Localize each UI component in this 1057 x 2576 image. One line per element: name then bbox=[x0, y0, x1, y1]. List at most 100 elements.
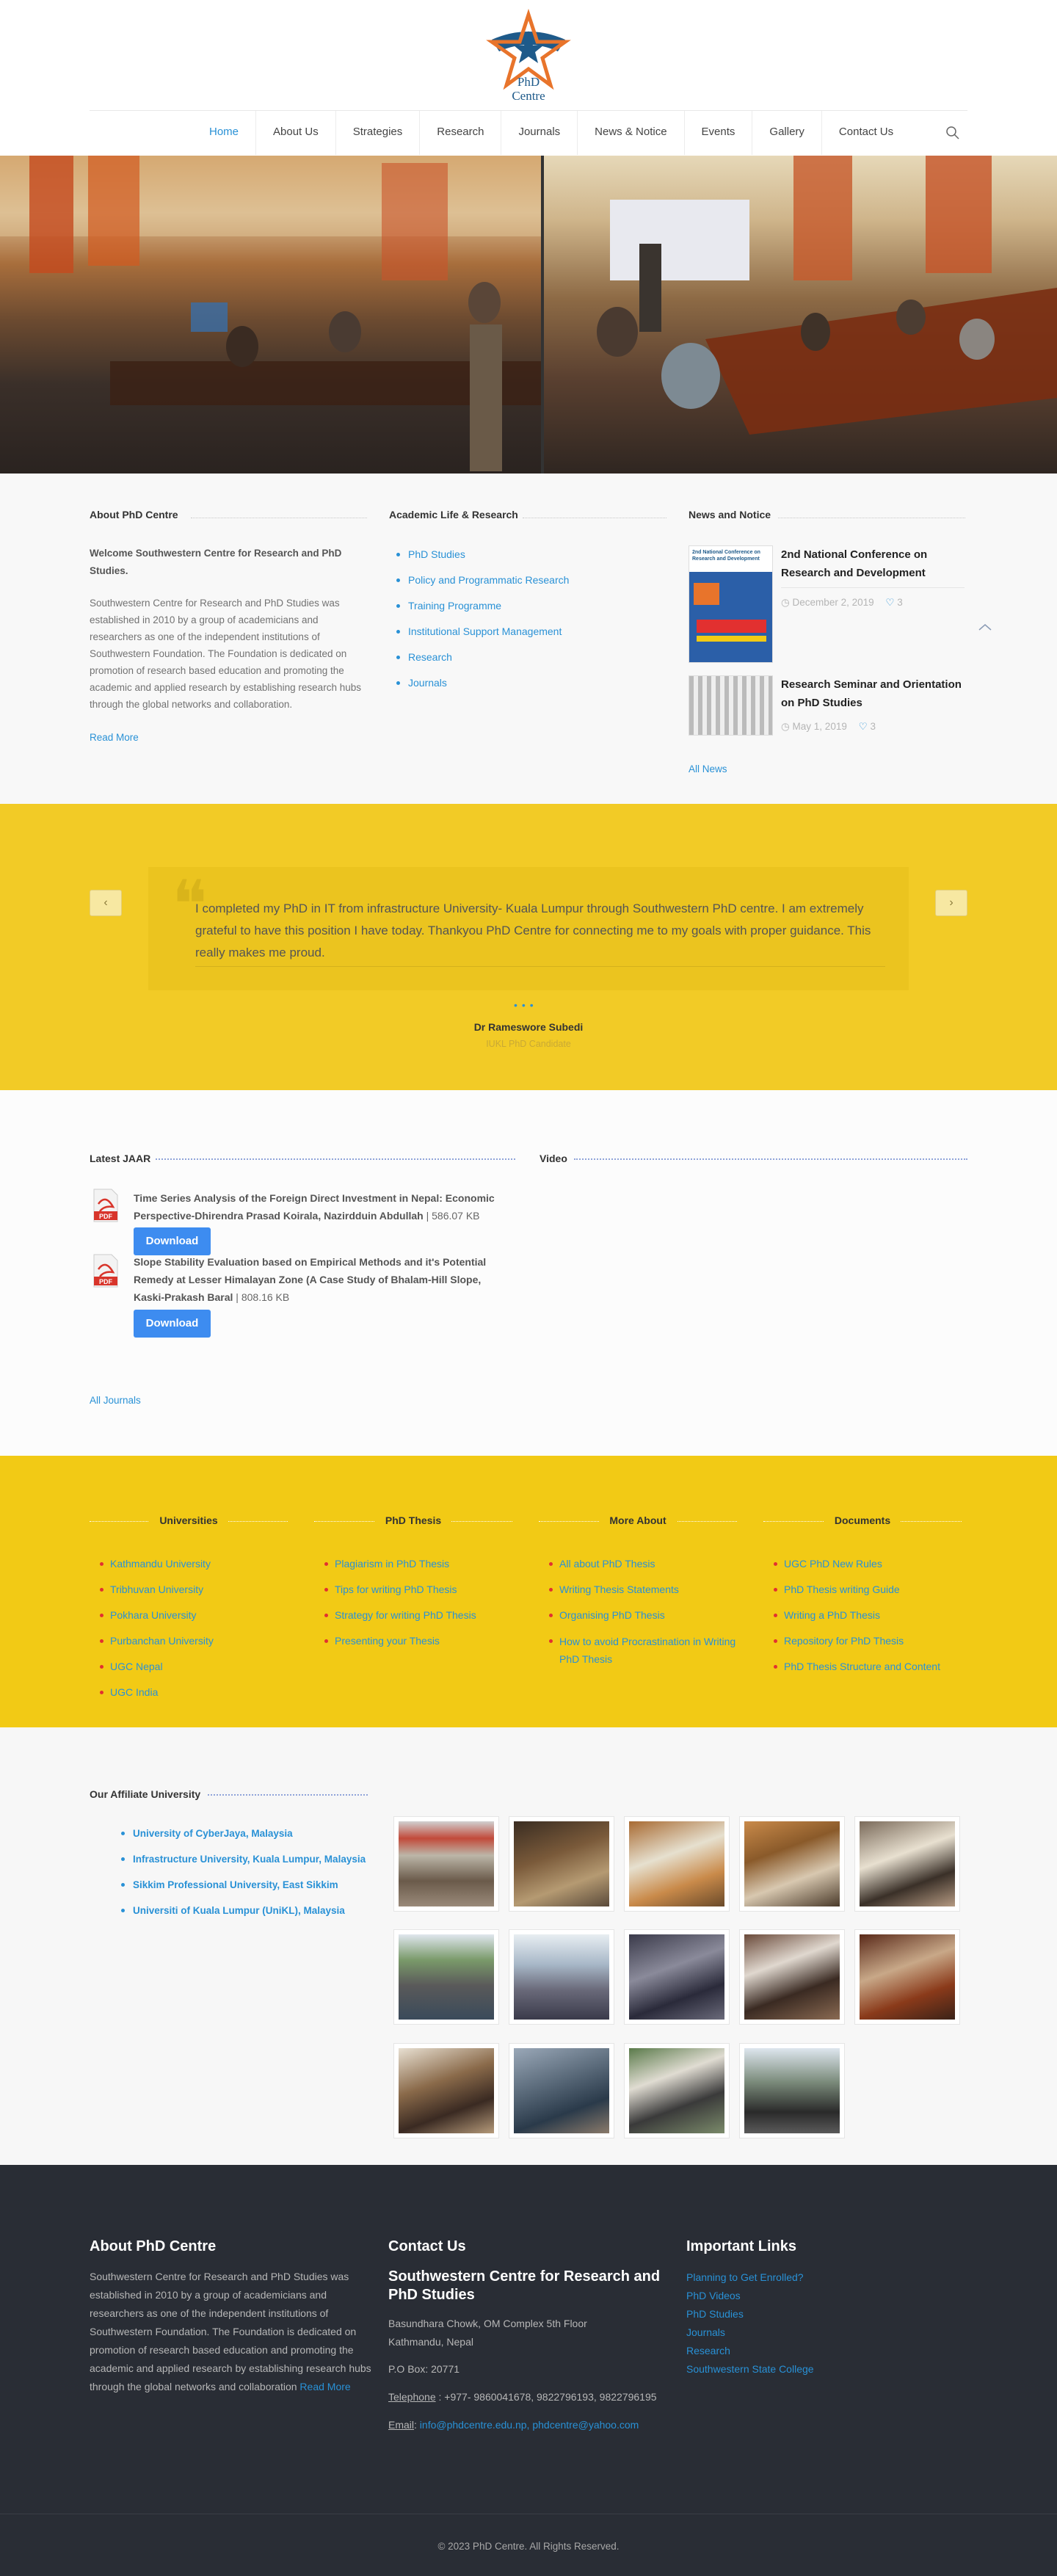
email-link[interactable]: info@phdcentre.edu.np, phdcentre@yahoo.c… bbox=[420, 2419, 639, 2431]
gallery-thumbnail[interactable] bbox=[393, 1929, 499, 2025]
email-label: Email bbox=[388, 2419, 415, 2431]
gallery-thumbnail[interactable] bbox=[393, 1816, 499, 1912]
nav-gallery[interactable]: Gallery bbox=[752, 111, 822, 155]
nav-journals[interactable]: Journals bbox=[501, 111, 578, 155]
footer-address-line-2: Kathmandu, Nepal bbox=[388, 2336, 473, 2348]
download-button[interactable]: Download bbox=[134, 1227, 211, 1255]
gallery-thumbnail[interactable] bbox=[739, 1929, 845, 2025]
gallery-thumbnail[interactable] bbox=[509, 1816, 614, 1912]
heart-icon[interactable]: ♡ bbox=[885, 597, 894, 608]
news-title[interactable]: 2nd National Conference on Research and … bbox=[781, 545, 965, 582]
footer-link-videos[interactable]: PhD Videos bbox=[686, 2287, 814, 2305]
academic-link-training[interactable]: Training Programme bbox=[393, 593, 569, 619]
pdf-icon[interactable]: PDF bbox=[91, 1253, 120, 1288]
news-item[interactable]: 2nd National Conference on Research and … bbox=[689, 545, 965, 663]
affiliate-link-sikkim[interactable]: Sikkim Professional University, East Sik… bbox=[121, 1872, 366, 1898]
nav-about-us[interactable]: About Us bbox=[256, 111, 336, 155]
link-strategy-writing[interactable]: Strategy for writing PhD Thesis bbox=[314, 1603, 512, 1628]
links-column-title: Documents bbox=[824, 1514, 901, 1526]
academic-link-policy[interactable]: Policy and Programmatic Research bbox=[393, 567, 569, 593]
pdf-icon[interactable]: PDF bbox=[91, 1188, 120, 1223]
link-tips-writing[interactable]: Tips for writing PhD Thesis bbox=[314, 1577, 512, 1603]
academic-link-institutional[interactable]: Institutional Support Management bbox=[393, 619, 569, 645]
jaar-doc-item: Slope Stability Evaluation based on Empi… bbox=[134, 1253, 501, 1306]
footer-link-phd-studies[interactable]: PhD Studies bbox=[686, 2305, 814, 2323]
link-purbanchan-university[interactable]: Purbanchan University bbox=[90, 1628, 288, 1654]
gallery-thumbnail[interactable] bbox=[624, 1929, 730, 2025]
testimonial-pagination-dots[interactable]: ••• bbox=[514, 999, 538, 1011]
news-date: May 1, 2019 bbox=[792, 721, 847, 732]
affiliate-list: University of CyberJaya, Malaysia Infras… bbox=[121, 1821, 366, 1923]
link-repository[interactable]: Repository for PhD Thesis bbox=[763, 1628, 962, 1654]
footer-link-journals[interactable]: Journals bbox=[686, 2323, 814, 2342]
about-heading: About PhD Centre bbox=[90, 509, 178, 520]
news-thumbnail[interactable]: 2nd National Conference on Research and … bbox=[689, 545, 773, 663]
doc-title[interactable]: Slope Stability Evaluation based on Empi… bbox=[134, 1256, 486, 1303]
link-structure-content[interactable]: PhD Thesis Structure and Content bbox=[763, 1654, 962, 1680]
link-ugc-rules[interactable]: UGC PhD New Rules bbox=[763, 1551, 962, 1577]
telephone-numbers[interactable]: : +977- 9860041678, 9822796193, 98227961… bbox=[436, 2391, 657, 2403]
nav-research[interactable]: Research bbox=[420, 111, 502, 155]
download-button[interactable]: Download bbox=[134, 1310, 211, 1338]
all-journals-link[interactable]: All Journals bbox=[90, 1395, 141, 1406]
academic-link-journals[interactable]: Journals bbox=[393, 670, 569, 696]
jaar-doc-item: Time Series Analysis of the Foreign Dire… bbox=[134, 1189, 501, 1224]
footer-contact-heading: Contact Us bbox=[388, 2238, 466, 2254]
academic-link-phd-studies[interactable]: PhD Studies bbox=[393, 542, 569, 567]
doc-size: | 586.07 KB bbox=[423, 1210, 480, 1222]
news-item[interactable]: Research Seminar and Orientation on PhD … bbox=[689, 675, 964, 741]
link-writing-guide[interactable]: PhD Thesis writing Guide bbox=[763, 1577, 962, 1603]
search-icon[interactable] bbox=[944, 124, 962, 142]
gallery-thumbnail[interactable] bbox=[509, 1929, 614, 2025]
link-tribhuvan-university[interactable]: Tribhuvan University bbox=[90, 1577, 288, 1603]
gallery-thumbnail[interactable] bbox=[739, 2043, 845, 2138]
news-title[interactable]: Research Seminar and Orientation on PhD … bbox=[781, 675, 965, 712]
footer-read-more-link[interactable]: Read More bbox=[299, 2381, 350, 2392]
gallery-thumbnail[interactable] bbox=[854, 1816, 960, 1912]
affiliate-link-infrastructure-university[interactable]: Infrastructure University, Kuala Lumpur,… bbox=[121, 1846, 366, 1872]
link-plagiarism[interactable]: Plagiarism in PhD Thesis bbox=[314, 1551, 512, 1577]
link-kathmandu-university[interactable]: Kathmandu University bbox=[90, 1551, 288, 1577]
footer-link-research[interactable]: Research bbox=[686, 2342, 814, 2360]
testimonial-prev-button[interactable]: ‹ bbox=[90, 890, 122, 916]
footer-link-college[interactable]: Southwestern State College bbox=[686, 2360, 814, 2379]
nav-home[interactable]: Home bbox=[192, 111, 257, 155]
link-organising-thesis[interactable]: Organising PhD Thesis bbox=[539, 1603, 737, 1628]
affiliate-link-cyberjaya[interactable]: University of CyberJaya, Malaysia bbox=[121, 1821, 366, 1846]
academic-link-research[interactable]: Research bbox=[393, 645, 569, 670]
links-column-universities: Universities Kathmandu University Tribhu… bbox=[90, 1514, 288, 1705]
gallery-thumbnail[interactable] bbox=[624, 2043, 730, 2138]
footer-link-enroll[interactable]: Planning to Get Enrolled? bbox=[686, 2268, 814, 2287]
news-heading: News and Notice bbox=[689, 509, 771, 520]
about-read-more-link[interactable]: Read More bbox=[90, 732, 139, 743]
nav-strategies[interactable]: Strategies bbox=[336, 111, 421, 155]
link-avoid-procrastination[interactable]: How to avoid Procrastination in Writing … bbox=[539, 1628, 737, 1672]
affiliates-section: Our Affiliate University University of C… bbox=[0, 1727, 1057, 2165]
gallery-thumbnail[interactable] bbox=[739, 1816, 845, 1912]
link-thesis-statements[interactable]: Writing Thesis Statements bbox=[539, 1577, 737, 1603]
gallery-thumbnail[interactable] bbox=[624, 1816, 730, 1912]
news-thumbnail[interactable] bbox=[689, 675, 773, 736]
nav-news-notice[interactable]: News & Notice bbox=[578, 111, 685, 155]
clock-icon: ◷ bbox=[781, 721, 790, 732]
nav-events[interactable]: Events bbox=[685, 111, 753, 155]
gallery-thumbnail[interactable] bbox=[854, 1929, 960, 2025]
links-column-documents: Documents UGC PhD New Rules PhD Thesis w… bbox=[763, 1514, 962, 1680]
link-ugc-nepal[interactable]: UGC Nepal bbox=[90, 1654, 288, 1680]
link-writing-thesis[interactable]: Writing a PhD Thesis bbox=[763, 1603, 962, 1628]
link-presenting-thesis[interactable]: Presenting your Thesis bbox=[314, 1628, 512, 1654]
gallery-thumbnail[interactable] bbox=[393, 2043, 499, 2138]
affiliate-link-unikl[interactable]: Universiti of Kuala Lumpur (UniKL), Mala… bbox=[121, 1898, 366, 1923]
link-ugc-india[interactable]: UGC India bbox=[90, 1680, 288, 1705]
chevron-up-icon[interactable] bbox=[976, 622, 994, 632]
gallery-thumbnail[interactable] bbox=[509, 2043, 614, 2138]
testimonial-next-button[interactable]: › bbox=[935, 890, 967, 916]
link-pokhara-university[interactable]: Pokhara University bbox=[90, 1603, 288, 1628]
footer-links-list: Planning to Get Enrolled? PhD Videos PhD… bbox=[686, 2268, 814, 2379]
link-all-about-thesis[interactable]: All about PhD Thesis bbox=[539, 1551, 737, 1577]
site-logo[interactable]: PhD Centre bbox=[484, 8, 573, 104]
divider bbox=[781, 587, 965, 588]
nav-contact-us[interactable]: Contact Us bbox=[822, 111, 910, 155]
heart-icon[interactable]: ♡ bbox=[859, 721, 868, 732]
all-news-link[interactable]: All News bbox=[689, 763, 727, 774]
